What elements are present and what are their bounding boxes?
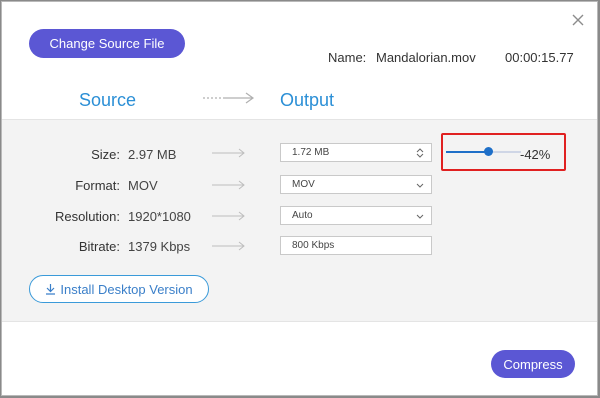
size-slider-track-rest[interactable]	[488, 151, 521, 153]
file-name: Mandalorian.mov	[376, 50, 476, 65]
output-heading: Output	[280, 90, 335, 110]
bitrate-label: Bitrate:	[78, 239, 120, 254]
resolution-source-value: 1920*1080	[128, 209, 191, 224]
resolution-output-value: Auto	[292, 210, 313, 221]
size-output-stepper[interactable]: 1.72 MB	[280, 143, 432, 162]
arrow-right-icon	[212, 180, 245, 190]
arrow-right-icon	[212, 211, 245, 221]
compress-dialog: Change Source File Name: Mandalorian.mov…	[1, 1, 598, 396]
format-dropdown[interactable]: MOV	[280, 175, 432, 194]
size-slider-percent: -42%	[520, 147, 551, 162]
chevron-down-icon[interactable]	[415, 179, 425, 191]
chevron-down-icon[interactable]	[415, 210, 425, 222]
name-label: Name:	[328, 50, 367, 65]
size-output-value: 1.72 MB	[292, 147, 330, 158]
format-label: Format:	[75, 178, 120, 193]
install-desktop-version-button[interactable]: Install Desktop Version	[29, 275, 209, 303]
stepper-icon[interactable]	[415, 147, 425, 159]
arrow-right-icon	[203, 92, 255, 104]
arrow-right-icon	[212, 241, 245, 251]
source-heading: Source	[79, 90, 137, 110]
compress-button[interactable]: Compress	[491, 350, 575, 378]
format-output-value: MOV	[292, 179, 315, 190]
bitrate-field: 800 Kbps	[280, 236, 432, 255]
duration: 00:00:15.77	[505, 50, 574, 65]
download-icon	[46, 284, 56, 295]
resolution-label: Resolution:	[54, 209, 120, 224]
size-label: Size:	[91, 147, 120, 162]
bitrate-output-value: 800 Kbps	[292, 240, 335, 251]
format-source-value: MOV	[128, 178, 158, 193]
change-source-file-button[interactable]: Change Source File	[29, 29, 185, 58]
close-icon[interactable]	[568, 10, 588, 30]
resolution-dropdown[interactable]: Auto	[280, 206, 432, 225]
arrow-right-icon	[212, 148, 245, 158]
size-source-value: 2.97 MB	[128, 147, 177, 162]
install-label: Install Desktop Version	[60, 281, 193, 297]
bitrate-source-value: 1379 Kbps	[128, 239, 191, 254]
